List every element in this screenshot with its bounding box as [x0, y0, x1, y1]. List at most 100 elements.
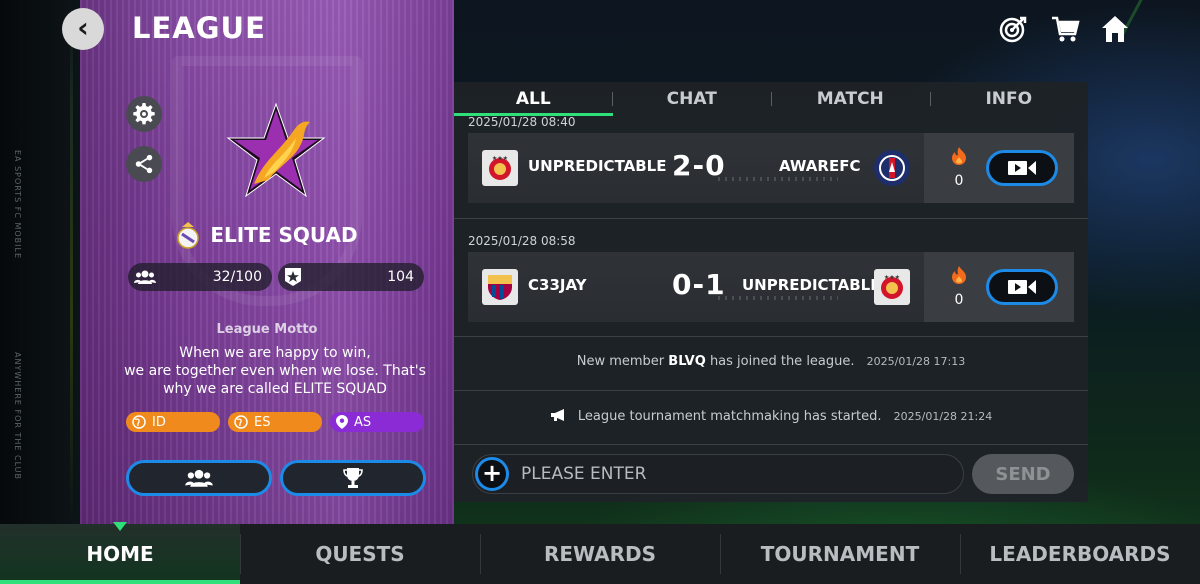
svg-text:★★★: ★★★ — [884, 274, 900, 281]
svg-text:★★★: ★★★ — [492, 155, 508, 162]
match-result-row: ★★★ UNPREDICTABLE 2-0 AWAREFC 0 — [468, 133, 1074, 203]
side-text-slogan: ANYWHERE FOR THE CLUB — [13, 352, 22, 480]
feed-divider — [454, 390, 1088, 391]
league-name: ELITE SQUAD — [210, 223, 358, 247]
page-title: LEAGUE — [132, 11, 266, 45]
match-actions: 0 — [924, 133, 1074, 203]
team-crest-icon — [482, 269, 518, 305]
system-message-new-member: New member BLVQ has joined the league. 2… — [454, 354, 1088, 369]
tab-match[interactable]: MATCH — [771, 82, 930, 116]
league-name-row: ELITE SQUAD — [80, 220, 454, 250]
match-timestamp: 2025/01/28 08:40 — [468, 115, 576, 129]
league-banner — [80, 0, 454, 524]
watch-replay-button[interactable] — [986, 150, 1058, 186]
megaphone-icon — [550, 409, 564, 421]
home-team-name: C33JAY — [528, 276, 587, 294]
tab-chat[interactable]: CHAT — [613, 82, 772, 116]
cart-icon[interactable] — [1050, 14, 1080, 44]
members-button[interactable] — [126, 460, 272, 496]
nav-leaderboards[interactable]: LEADERBOARDS — [960, 524, 1200, 584]
motto-text: When we are happy to win, we are togethe… — [110, 344, 440, 398]
trophy-button[interactable] — [280, 460, 426, 496]
region-tag-as: AS — [330, 412, 424, 432]
fire-icon[interactable] — [952, 147, 966, 165]
feed-divider — [454, 444, 1088, 445]
active-nav-indicator — [113, 522, 127, 531]
bottom-navigation: HOME QUESTS REWARDS TOURNAMENT LEADERBOA… — [0, 524, 1200, 584]
tab-separator — [930, 92, 931, 106]
tab-separator — [612, 92, 613, 106]
trophy-icon — [343, 468, 363, 488]
team-crest-icon: ★★★ — [482, 150, 518, 186]
nav-quests[interactable]: QUESTS — [240, 524, 480, 584]
match-result-card: ★★★ UNPREDICTABLE 2-0 AWAREFC — [468, 133, 924, 203]
message-text: New member — [576, 354, 665, 369]
star-badge-icon — [285, 268, 301, 286]
team-crest-icon — [874, 150, 910, 186]
score-divider — [718, 296, 838, 300]
chat-input[interactable] — [521, 455, 951, 493]
match-timestamp: 2025/01/28 08:58 — [468, 234, 576, 248]
members-icon — [134, 270, 156, 284]
reaction-count: 0 — [954, 173, 964, 189]
members-icon — [185, 469, 213, 487]
club-badge-icon — [177, 222, 200, 249]
side-strip: EA SPORTS FC MOBILE ANYWHERE FOR THE CLU… — [0, 0, 80, 524]
chevron-left-icon: ‹ — [77, 11, 89, 44]
back-button[interactable]: ‹ — [62, 8, 104, 50]
member-name[interactable]: BLVQ — [668, 354, 706, 369]
motto-line: When we are happy to win, — [179, 345, 371, 361]
league-rating: 104 — [387, 269, 414, 285]
league-feed-panel: ALL CHAT MATCH INFO 2025/01/28 08:40 ★★★… — [454, 82, 1088, 502]
tag-label: ID — [152, 414, 166, 430]
nav-home[interactable]: HOME — [0, 524, 240, 584]
away-team-name: AWAREFC — [779, 157, 861, 175]
language-tag-id: ID — [126, 412, 220, 432]
watch-replay-button[interactable] — [986, 269, 1058, 305]
add-attachment-button[interactable]: + — [475, 457, 509, 491]
accent-line — [70, 0, 73, 524]
members-count-pill: 32/100 — [128, 263, 272, 291]
message-time: 2025/01/28 21:24 — [893, 410, 993, 423]
tab-info[interactable]: INFO — [930, 82, 1089, 116]
globe-icon — [234, 415, 248, 429]
video-camera-icon — [1008, 280, 1036, 294]
motto-label: League Motto — [216, 322, 318, 337]
fire-icon[interactable] — [952, 266, 966, 284]
match-actions: 0 — [924, 252, 1074, 322]
send-button[interactable]: SEND — [972, 454, 1074, 494]
nav-tournament[interactable]: TOURNAMENT — [720, 524, 960, 584]
motto-line: why we are called ELITE SQUAD — [163, 381, 387, 397]
league-rating-pill: 104 — [278, 263, 424, 291]
feed-divider — [454, 218, 1088, 219]
home-icon[interactable] — [1100, 14, 1130, 44]
plus-icon: + — [481, 459, 503, 487]
settings-button[interactable] — [126, 96, 162, 132]
league-crest-star-icon — [226, 102, 326, 198]
target-icon[interactable] — [998, 14, 1028, 44]
globe-icon — [132, 415, 146, 429]
score-divider — [718, 177, 838, 181]
message-text: League tournament matchmaking has starte… — [577, 409, 882, 424]
away-team-name: UNPREDICTABLE — [742, 276, 881, 294]
team-crest-icon: ★★★ — [874, 269, 910, 305]
nav-rewards[interactable]: REWARDS — [480, 524, 720, 584]
motto-line: we are together even when we lose. That'… — [124, 363, 426, 379]
message-text: has joined the league. — [709, 354, 855, 369]
match-result-row: C33JAY 0-1 UNPREDICTABLE ★★★ 0 — [468, 252, 1074, 322]
share-icon — [135, 154, 153, 174]
tag-label: AS — [354, 414, 372, 430]
message-time: 2025/01/28 17:13 — [866, 355, 966, 368]
video-camera-icon — [1008, 161, 1036, 175]
tag-label: ES — [254, 414, 271, 430]
gear-icon — [133, 103, 155, 125]
feed-divider — [454, 336, 1088, 337]
tab-separator — [771, 92, 772, 106]
chat-input-bar: + — [472, 454, 964, 494]
share-button[interactable] — [126, 146, 162, 182]
location-pin-icon — [336, 415, 348, 429]
tab-all[interactable]: ALL — [454, 82, 613, 116]
side-text-brand: EA SPORTS FC MOBILE — [13, 150, 22, 260]
reaction-count: 0 — [954, 292, 964, 308]
members-count: 32/100 — [212, 269, 262, 285]
